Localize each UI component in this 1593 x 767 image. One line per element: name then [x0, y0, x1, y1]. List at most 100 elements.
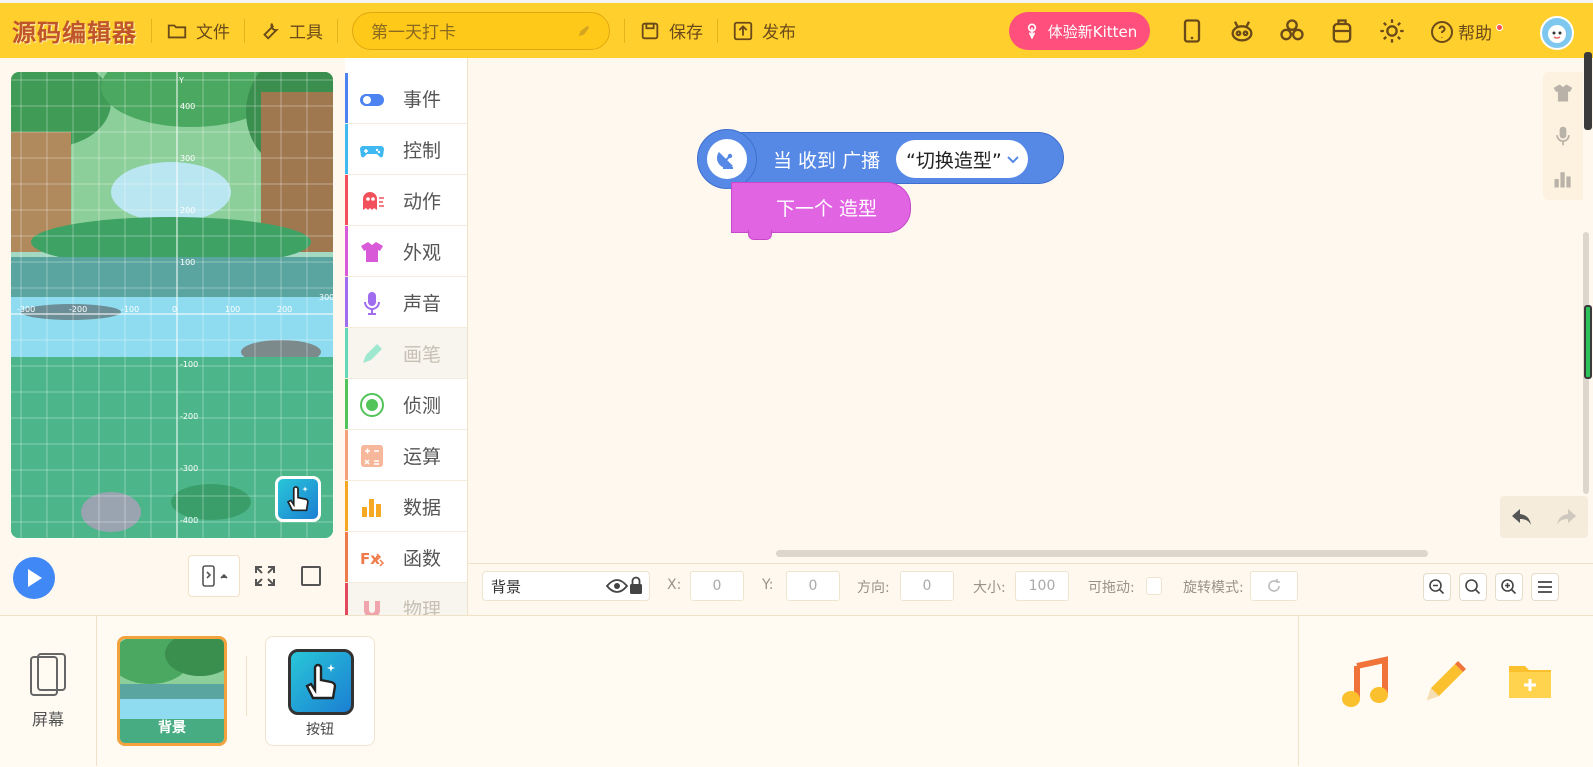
category-sound[interactable]: 声音	[345, 277, 467, 328]
stage-canvas[interactable]: Y 400 300 200 100 -100 -200 -300 -400 -3…	[11, 72, 333, 538]
rotation-mode-label: 旋转模式:	[1183, 580, 1244, 596]
try-kitten-button[interactable]: 体验新Kitten	[1009, 12, 1150, 50]
save-icon	[641, 22, 659, 39]
pointer-hand-icon	[286, 486, 309, 512]
undo-icon[interactable]	[1510, 507, 1534, 527]
category-label: 控制	[403, 139, 442, 162]
direction-input[interactable]: 0	[900, 571, 954, 601]
y-value: 0	[808, 578, 818, 594]
phone-rotate-icon	[202, 565, 228, 587]
music-note-icon[interactable]	[1341, 656, 1389, 708]
zoom-out-button[interactable]	[1423, 573, 1451, 601]
category-sensing[interactable]: 侦测	[345, 379, 467, 430]
category-functions[interactable]: Fx 函数	[345, 532, 467, 583]
category-label: 外观	[403, 241, 442, 264]
tools-menu[interactable]: 工具	[259, 18, 323, 43]
x-input[interactable]: 0	[690, 571, 744, 601]
folder-icon	[167, 24, 187, 38]
project-name-input[interactable]: 第一天打卡	[352, 11, 610, 50]
category-pen[interactable]: 画笔	[345, 328, 467, 379]
draggable-checkbox[interactable]	[1146, 577, 1162, 595]
category-looks[interactable]: 外观	[345, 226, 467, 277]
block-text: 当 收到 广播	[773, 150, 881, 172]
bar-chart-icon[interactable]	[1552, 168, 1574, 190]
microphone-icon	[364, 292, 380, 315]
next-costume-block[interactable]: 下一个 造型	[731, 182, 911, 240]
file-menu-label: 文件	[196, 23, 230, 43]
category-data[interactable]: 数据	[345, 481, 467, 532]
block-category-panel: 事件 控制 动作 外观 声音 画笔 侦测 运算 数据 Fx 函数 物理	[345, 58, 468, 615]
sprite-label: 背景	[158, 720, 186, 736]
touch-icon	[1027, 23, 1036, 40]
category-label: 侦测	[403, 394, 442, 417]
x-label: X:	[667, 577, 682, 593]
settings-sun-icon[interactable]	[1378, 17, 1406, 45]
horizontal-scrollbar[interactable]	[776, 550, 1428, 557]
lock-icon[interactable]	[628, 576, 644, 596]
paint-pencil-icon[interactable]	[1421, 658, 1469, 706]
upload-icon	[733, 21, 753, 40]
add-folder-icon[interactable]	[1507, 660, 1553, 700]
toggle-icon	[360, 94, 384, 106]
fullscreen-button[interactable]	[244, 555, 286, 597]
rotation-mode-select[interactable]	[1250, 571, 1298, 601]
satellite-dish-icon	[717, 152, 733, 169]
y-input[interactable]: 0	[786, 571, 840, 601]
file-menu[interactable]: 文件	[166, 18, 230, 43]
category-operators[interactable]: 运算	[345, 430, 467, 481]
x-tick: 0	[172, 305, 177, 314]
y-tick: -100	[180, 360, 198, 369]
device-mode-button[interactable]	[188, 555, 240, 597]
top-bar: 源码编辑器 文件 工具 第一天打卡 保存 发布 体验新Kitten 帮助	[0, 0, 1593, 58]
robot-icon[interactable]	[1228, 17, 1256, 45]
pencil-icon	[578, 25, 590, 36]
size-input[interactable]: 100	[1015, 571, 1069, 601]
screen-button[interactable]: 屏幕	[0, 616, 97, 766]
button-sprite[interactable]	[275, 476, 321, 522]
notification-dot	[1496, 24, 1503, 31]
help-button[interactable]: 帮助	[1430, 19, 1503, 44]
user-avatar[interactable]	[1540, 16, 1574, 50]
direction-value: 0	[922, 578, 932, 594]
broadcast-dropdown[interactable]: “切换造型”	[896, 140, 1028, 178]
sprite-card-background[interactable]: 背景	[117, 636, 227, 746]
broadcast-icon-wrapper	[697, 129, 757, 189]
y-tick: -300	[180, 464, 198, 473]
save-button[interactable]: 保存	[639, 18, 703, 43]
category-label: 运算	[403, 445, 442, 468]
asset-tools	[1298, 616, 1593, 766]
category-physics[interactable]: 物理	[345, 583, 467, 615]
category-control[interactable]: 控制	[345, 124, 467, 175]
backpack-icon[interactable]	[1328, 17, 1356, 45]
category-label: 物理	[403, 598, 442, 616]
when-receive-broadcast-block[interactable]: 当 收到 广播 “切换造型”	[697, 129, 1064, 189]
menu-icon	[1538, 581, 1552, 593]
shirt-icon[interactable]	[1552, 82, 1574, 104]
category-events[interactable]: 事件	[345, 73, 467, 124]
category-motion[interactable]: 动作	[345, 175, 467, 226]
tablet-icon	[30, 653, 66, 696]
pointer-hand-icon	[305, 663, 337, 700]
sprite-name-value: 背景	[491, 577, 522, 596]
sprite-list-area: 屏幕 背景 按钮	[0, 615, 1593, 767]
zoom-in-button[interactable]	[1495, 573, 1523, 601]
eye-icon[interactable]	[606, 578, 628, 594]
redo-icon[interactable]	[1554, 507, 1578, 527]
draggable-label: 可拖动:	[1088, 580, 1135, 596]
cubes-icon[interactable]	[1278, 17, 1306, 45]
broadcast-dropdown-value: “切换造型”	[906, 149, 1002, 172]
y-tick: 200	[180, 206, 195, 215]
device-icon[interactable]	[1178, 17, 1206, 45]
microphone-icon[interactable]	[1552, 125, 1574, 147]
x-tick: 100	[225, 305, 240, 314]
stage-size-button[interactable]	[290, 555, 332, 597]
expand-icon	[255, 566, 275, 586]
publish-button[interactable]: 发布	[732, 18, 796, 43]
play-button[interactable]	[13, 557, 55, 599]
project-name-text: 第一天打卡	[371, 23, 456, 43]
zoom-reset-button[interactable]	[1459, 573, 1487, 601]
x-value: 0	[712, 578, 722, 594]
workspace-menu-button[interactable]	[1531, 573, 1559, 601]
button-thumbnail	[288, 649, 354, 715]
sprite-card-button[interactable]: 按钮	[265, 636, 375, 746]
